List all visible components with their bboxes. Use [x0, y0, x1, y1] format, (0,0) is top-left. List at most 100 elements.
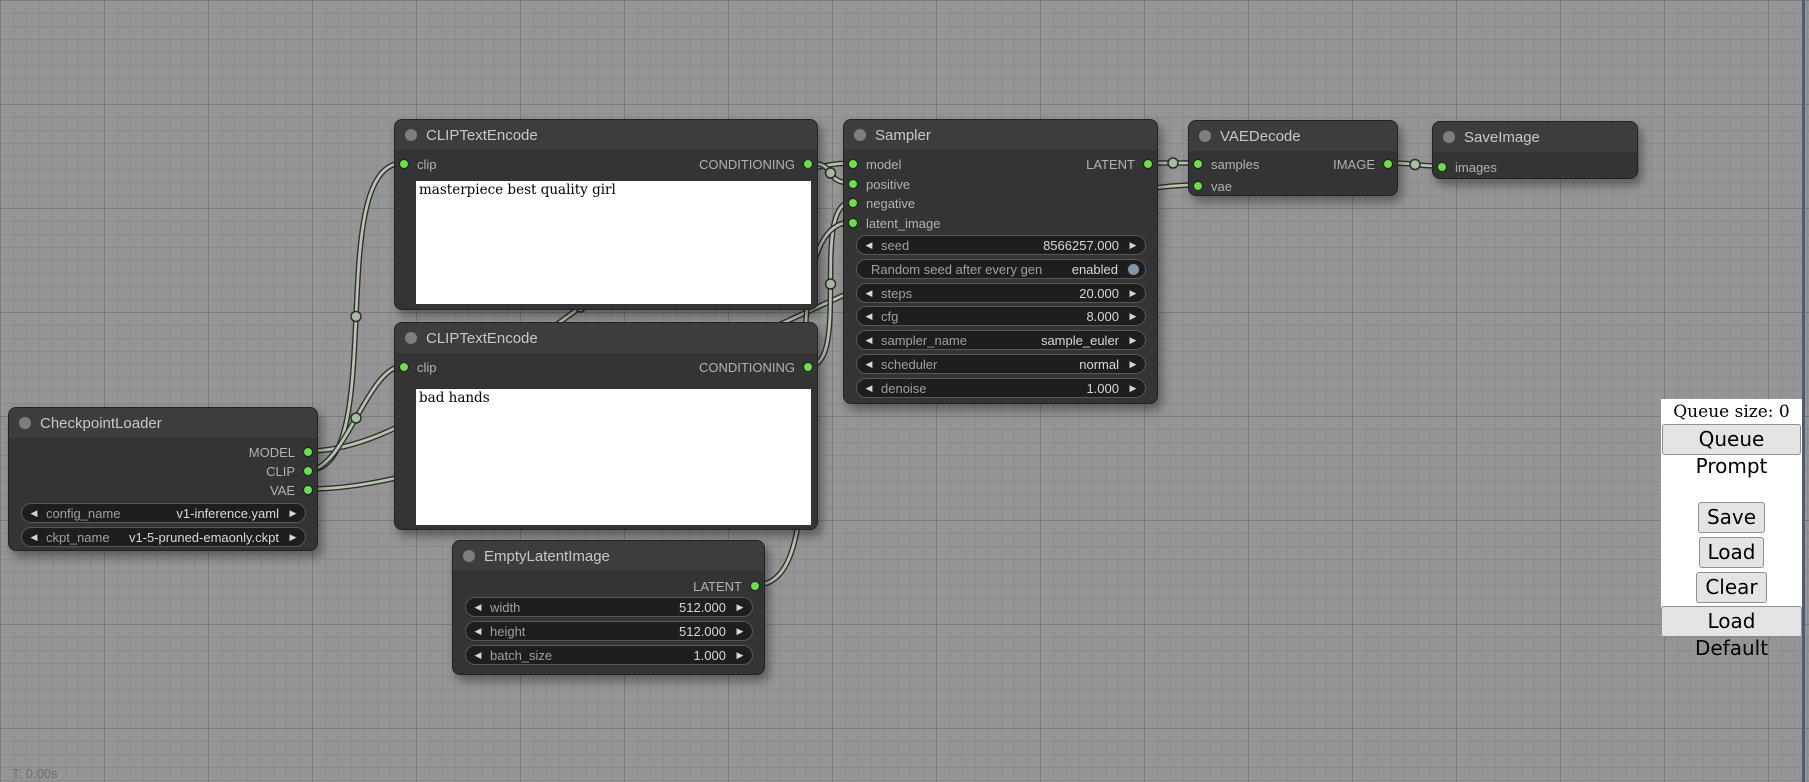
input-port-icon[interactable] [848, 179, 858, 189]
output-port-icon[interactable] [303, 466, 313, 476]
node-title-label: CLIPTextEncode [426, 330, 538, 347]
increment-arrow-icon[interactable]: ▶ [728, 650, 752, 661]
input-slot-vae[interactable]: vae [1193, 176, 1232, 196]
node-sampler[interactable]: Sampler modelpositivenegativelatent_image… [843, 119, 1158, 404]
output-slot-conditioning[interactable]: CONDITIONING [699, 357, 813, 377]
decrement-arrow-icon[interactable]: ◀ [466, 602, 490, 613]
node-cliptextencode[interactable]: CLIPTextEncode clip CONDITIONING [394, 322, 818, 530]
output-slot-latent[interactable]: LATENT [693, 576, 760, 596]
save-button[interactable]: Save [1698, 502, 1765, 533]
output-slot-label: CONDITIONING [699, 360, 795, 375]
prompt-textarea[interactable] [416, 181, 811, 304]
decrement-arrow-icon[interactable]: ◀ [857, 335, 881, 346]
collapse-dot-icon[interactable] [19, 417, 31, 429]
node-title-bar[interactable]: SaveImage [1433, 122, 1637, 152]
input-slot-samples[interactable]: samples [1193, 154, 1259, 174]
input-slot-positive[interactable]: positive [848, 174, 910, 194]
decrement-arrow-icon[interactable]: ◀ [22, 508, 46, 519]
increment-arrow-icon[interactable]: ▶ [1121, 311, 1145, 322]
output-slot-model[interactable]: MODEL [249, 442, 313, 462]
node-title-bar[interactable]: CheckpointLoader [9, 408, 317, 438]
prompt-textarea[interactable] [416, 389, 811, 525]
node-cliptextencode[interactable]: CLIPTextEncode clip CONDITIONING [394, 119, 818, 310]
node-title-bar[interactable]: Sampler [844, 120, 1157, 150]
output-port-icon[interactable] [303, 447, 313, 457]
input-port-icon[interactable] [399, 159, 409, 169]
output-port-icon[interactable] [1143, 159, 1153, 169]
decrement-arrow-icon[interactable]: ◀ [857, 288, 881, 299]
decrement-arrow-icon[interactable]: ◀ [857, 311, 881, 322]
node-title-bar[interactable]: EmptyLatentImage [453, 541, 764, 571]
toggle-knob-icon[interactable] [1127, 263, 1140, 276]
widget-batch_size[interactable]: ◀batch_size1.000▶ [465, 645, 753, 665]
output-slot-vae[interactable]: VAE [270, 480, 313, 500]
input-port-icon[interactable] [848, 159, 858, 169]
collapse-dot-icon[interactable] [405, 129, 417, 141]
decrement-arrow-icon[interactable]: ◀ [22, 532, 46, 543]
input-slot-model[interactable]: model [848, 154, 901, 174]
queue-prompt-button[interactable]: Queue Prompt [1662, 424, 1801, 455]
collapse-dot-icon[interactable] [854, 129, 866, 141]
input-slot-label: images [1455, 160, 1497, 175]
output-port-icon[interactable] [803, 159, 813, 169]
output-port-icon[interactable] [1383, 159, 1393, 169]
decrement-arrow-icon[interactable]: ◀ [857, 240, 881, 251]
input-slot-clip[interactable]: clip [399, 357, 437, 377]
output-port-icon[interactable] [803, 362, 813, 372]
increment-arrow-icon[interactable]: ▶ [728, 602, 752, 613]
input-port-icon[interactable] [1193, 181, 1203, 191]
input-port-icon[interactable] [1193, 159, 1203, 169]
increment-arrow-icon[interactable]: ▶ [281, 508, 305, 519]
input-port-icon[interactable] [848, 198, 858, 208]
node-vaedecode[interactable]: VAEDecode samplesvae IMAGE [1188, 120, 1398, 196]
collapse-dot-icon[interactable] [463, 550, 475, 562]
output-slot-clip[interactable]: CLIP [266, 461, 313, 481]
load-button[interactable]: Load [1699, 537, 1765, 568]
collapse-dot-icon[interactable] [1443, 131, 1455, 143]
node-saveimage[interactable]: SaveImage images [1432, 121, 1638, 179]
input-slot-latent_image[interactable]: latent_image [848, 213, 940, 233]
widget-steps[interactable]: ◀steps20.000▶ [856, 283, 1146, 303]
increment-arrow-icon[interactable]: ▶ [1121, 288, 1145, 299]
widget-sampler_name[interactable]: ◀sampler_namesample_euler▶ [856, 330, 1146, 350]
input-port-icon[interactable] [848, 218, 858, 228]
input-slot-negative[interactable]: negative [848, 193, 915, 213]
output-slot-conditioning[interactable]: CONDITIONING [699, 154, 813, 174]
output-port-icon[interactable] [750, 581, 760, 591]
decrement-arrow-icon[interactable]: ◀ [466, 626, 490, 637]
widget-seed[interactable]: ◀seed8566257.000▶ [856, 235, 1146, 255]
decrement-arrow-icon[interactable]: ◀ [466, 650, 490, 661]
node-title-bar[interactable]: CLIPTextEncode [395, 120, 817, 150]
input-slot-clip[interactable]: clip [399, 154, 437, 174]
node-title-bar[interactable]: CLIPTextEncode [395, 323, 817, 353]
increment-arrow-icon[interactable]: ▶ [1121, 383, 1145, 394]
increment-arrow-icon[interactable]: ▶ [1121, 335, 1145, 346]
node-emptylatentimage[interactable]: EmptyLatentImage LATENT◀width512.000▶ ◀hei… [452, 540, 765, 675]
widget-config_name[interactable]: ◀config_namev1-inference.yaml▶ [21, 503, 306, 523]
load-default-button[interactable]: Load Default [1661, 606, 1802, 637]
node-title-bar[interactable]: VAEDecode [1189, 121, 1397, 151]
node-checkpointloader[interactable]: CheckpointLoader MODELCLIPVAE ◀config_name… [8, 407, 318, 551]
widget-cfg[interactable]: ◀cfg8.000▶ [856, 306, 1146, 326]
collapse-dot-icon[interactable] [405, 332, 417, 344]
decrement-arrow-icon[interactable]: ◀ [857, 383, 881, 394]
input-port-icon[interactable] [399, 362, 409, 372]
increment-arrow-icon[interactable]: ▶ [1121, 240, 1145, 251]
widget-width[interactable]: ◀width512.000▶ [465, 597, 753, 617]
increment-arrow-icon[interactable]: ▶ [728, 626, 752, 637]
clear-button[interactable]: Clear [1696, 572, 1766, 603]
widget-ckpt_name[interactable]: ◀ckpt_namev1-5-pruned-emaonly.ckpt▶ [21, 527, 306, 547]
increment-arrow-icon[interactable]: ▶ [281, 532, 305, 543]
increment-arrow-icon[interactable]: ▶ [1121, 359, 1145, 370]
widget-height[interactable]: ◀height512.000▶ [465, 621, 753, 641]
output-port-icon[interactable] [303, 485, 313, 495]
input-slot-images[interactable]: images [1437, 157, 1497, 177]
decrement-arrow-icon[interactable]: ◀ [857, 359, 881, 370]
widget-random-seed-after-every-gen[interactable]: Random seed after every genenabled [856, 259, 1146, 279]
collapse-dot-icon[interactable] [1199, 130, 1211, 142]
input-port-icon[interactable] [1437, 162, 1447, 172]
output-slot-image[interactable]: IMAGE [1333, 154, 1393, 174]
widget-scheduler[interactable]: ◀schedulernormal▶ [856, 354, 1146, 374]
output-slot-latent[interactable]: LATENT [1086, 154, 1153, 174]
widget-denoise[interactable]: ◀denoise1.000▶ [856, 378, 1146, 398]
